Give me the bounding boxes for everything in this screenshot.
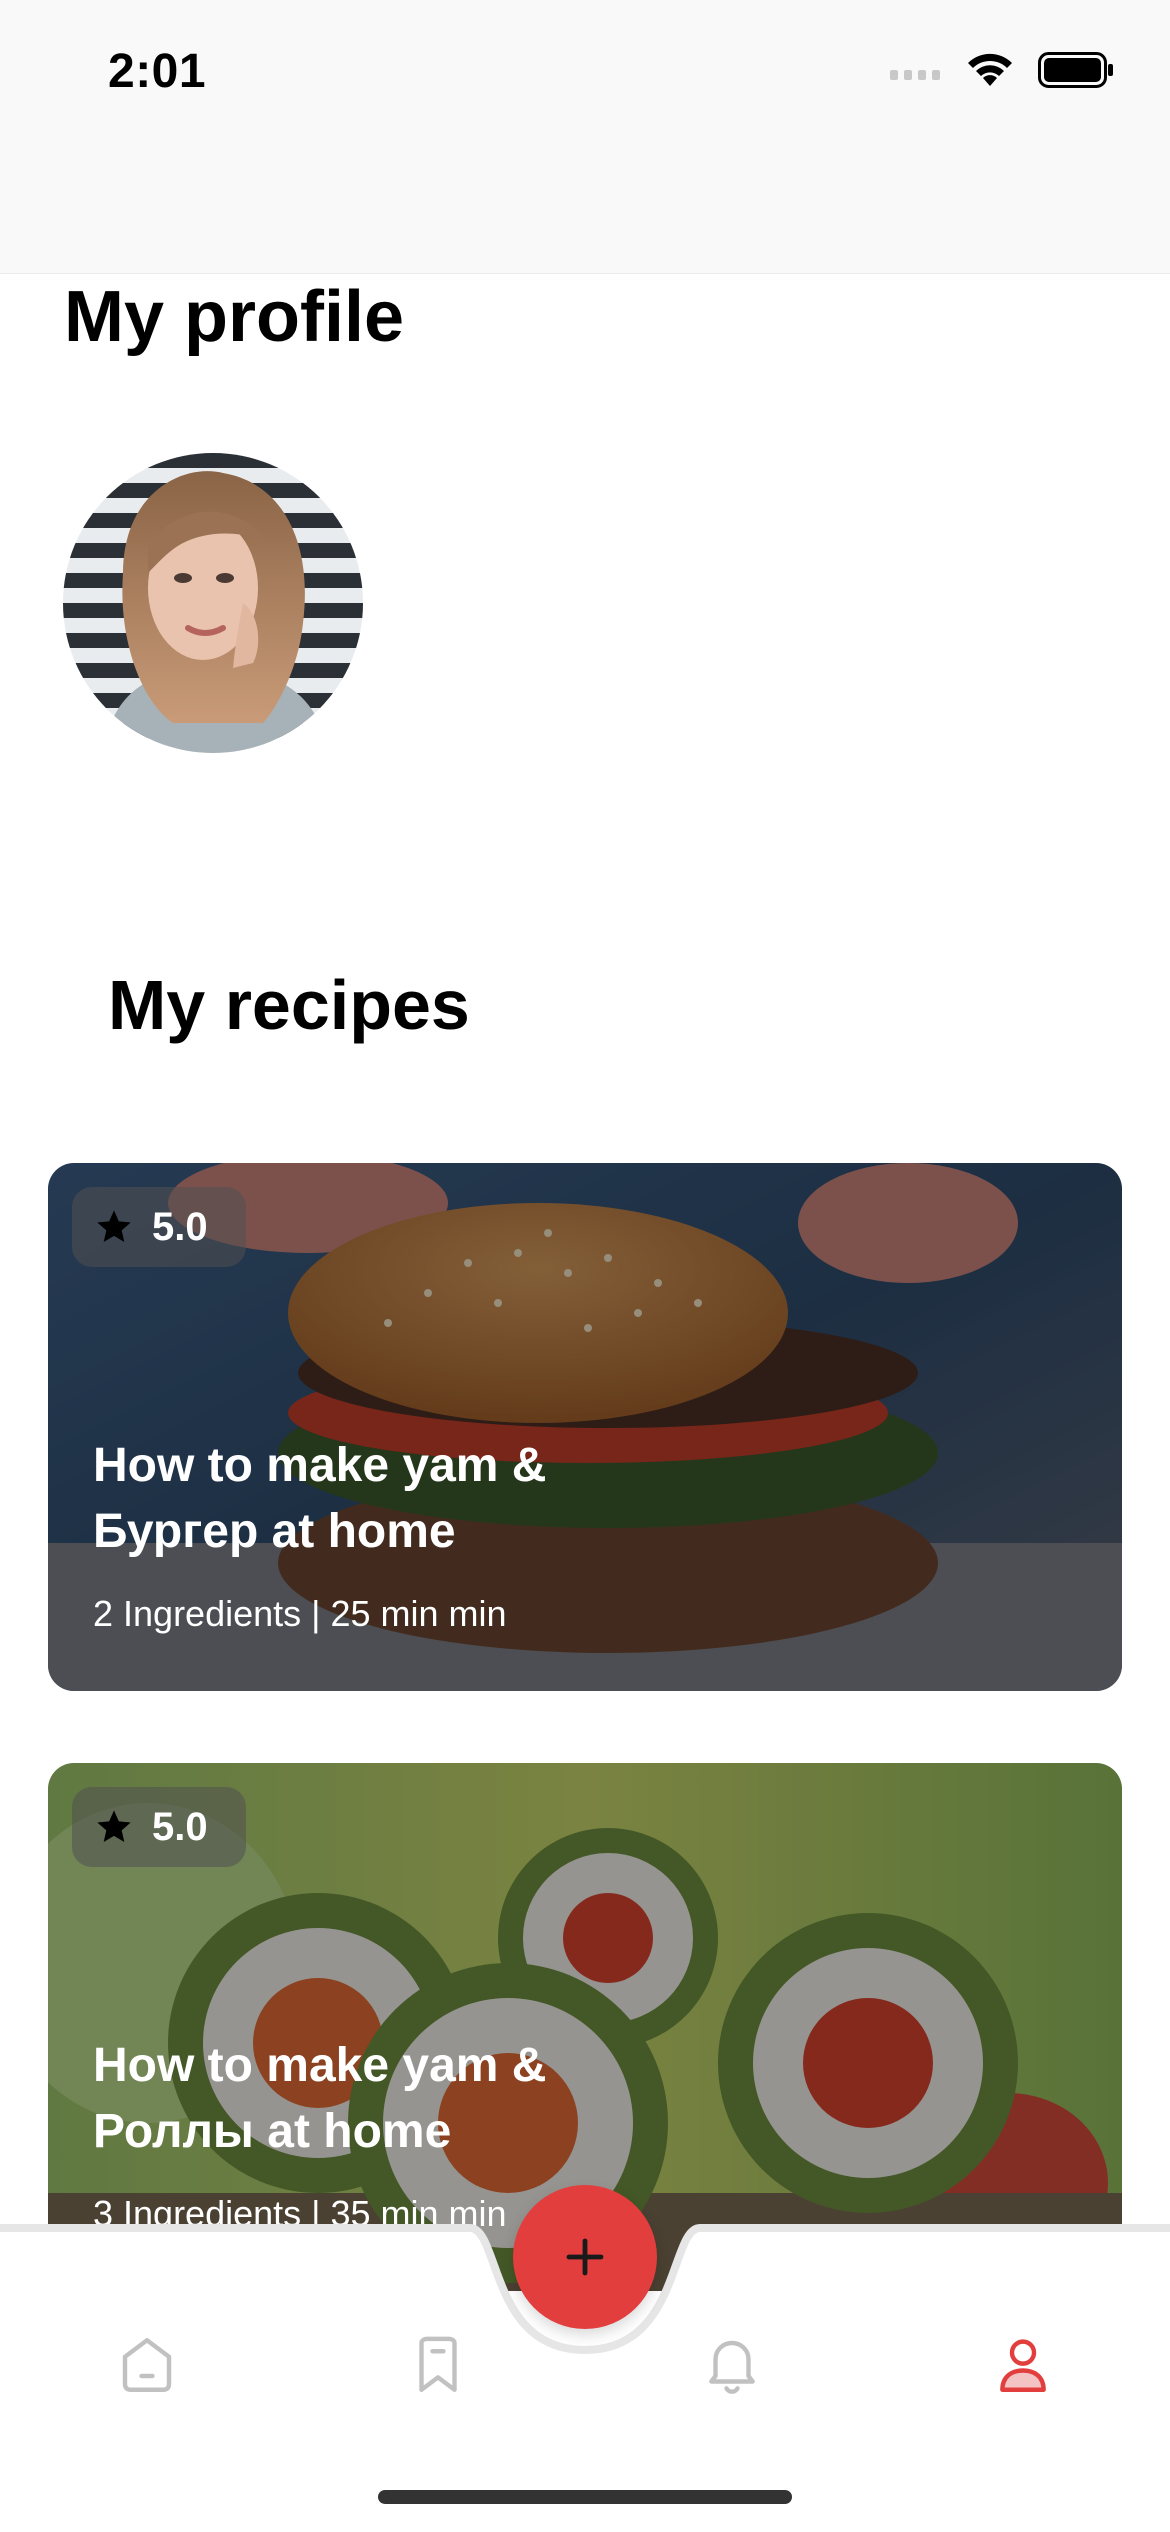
status-bar: 2:01 <box>0 0 1170 274</box>
star-icon <box>97 1210 131 1242</box>
rating-badge: 5.0 <box>72 1187 246 1267</box>
status-icons <box>890 50 1114 90</box>
plus-icon <box>566 2238 604 2276</box>
battery-icon <box>1038 52 1113 88</box>
rating-value: 5.0 <box>152 1804 208 1849</box>
rating-badge: 5.0 <box>72 1787 246 1867</box>
home-indicator <box>378 2490 792 2504</box>
tab-profile[interactable] <box>978 2320 1068 2410</box>
wifi-icon <box>968 53 1012 86</box>
add-recipe-button[interactable] <box>513 2185 657 2329</box>
avatar[interactable] <box>63 453 363 753</box>
bell-icon <box>709 2340 755 2394</box>
home-icon <box>122 2338 172 2392</box>
recipe-meta: 2 Ingredients | 25 min min <box>93 1593 507 1634</box>
tab-notifications[interactable] <box>687 2320 777 2410</box>
status-time: 2:01 <box>108 45 207 98</box>
profile-screen: 2:01 My profile My recipes 5.0 How to ma… <box>0 0 1170 2532</box>
recipe-title: How to make yam & Бургер at home <box>93 1439 547 1558</box>
bookmark-icon <box>419 2336 457 2392</box>
recipe-title: How to make yam & Роллы at home <box>93 2039 547 2158</box>
my-recipes-title: My recipes <box>108 966 470 1044</box>
star-icon <box>97 1810 131 1842</box>
user-avatar-photo <box>63 453 363 753</box>
tab-home[interactable] <box>102 2320 192 2410</box>
cellular-signal-icon <box>890 70 940 80</box>
tab-saved[interactable] <box>393 2320 483 2410</box>
profile-icon <box>1000 2339 1046 2392</box>
recipe-card[interactable]: 5.0 How to make yam & Бургер at home 2 I… <box>48 1163 1122 1691</box>
rating-value: 5.0 <box>152 1204 208 1249</box>
page-title: My profile <box>64 277 405 357</box>
